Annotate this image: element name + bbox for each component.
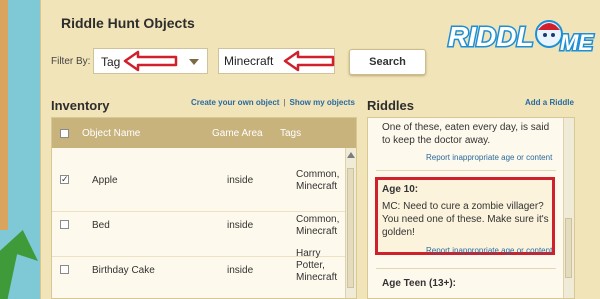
riddle-divider xyxy=(376,268,556,269)
tag-line: Common, xyxy=(296,214,340,225)
riddle-me-logo: RIDDL ME xyxy=(447,20,596,57)
filter-label: Filter By: xyxy=(51,56,91,67)
report-link[interactable]: Report inappropriate age or content xyxy=(426,246,552,255)
riddles-scrollbar[interactable] xyxy=(563,118,574,298)
tag-line: Common, xyxy=(296,169,340,180)
game-area: inside xyxy=(227,175,254,186)
background-strip xyxy=(0,0,8,230)
inventory-links: Create your own object | Show my objects xyxy=(191,98,355,107)
scroll-up-icon[interactable] xyxy=(347,152,355,158)
show-my-objects-link[interactable]: Show my objects xyxy=(290,98,355,107)
table-row[interactable]: Birthday Cake inside Harry Potter, Minec… xyxy=(52,248,348,298)
column-header-tags[interactable]: Tags xyxy=(280,128,301,139)
select-all-checkbox[interactable] xyxy=(60,129,69,138)
object-name: Bed xyxy=(92,220,110,231)
object-name: Birthday Cake xyxy=(92,265,155,276)
game-area: inside xyxy=(227,220,254,231)
column-header-object-name[interactable]: Object Name xyxy=(82,128,140,139)
tag-line: Harry xyxy=(296,248,321,259)
riddle-text: One of these, eaten every day, is said t… xyxy=(382,122,550,146)
palm-tree-decoration xyxy=(0,230,38,299)
filter-select-value: Tag xyxy=(101,55,121,69)
riddles-heading: Riddles xyxy=(367,98,414,113)
chevron-down-icon[interactable] xyxy=(189,59,199,65)
riddles-list: One of these, eaten every day, is said t… xyxy=(367,117,575,299)
inventory-table-header: Object Name Game Area Tags xyxy=(52,118,356,148)
svg-text:RIDDL: RIDDL xyxy=(448,21,534,52)
inventory-scrollbar[interactable] xyxy=(345,148,356,298)
tag-line: Minecraft xyxy=(296,181,338,192)
tags-cell: Harry Potter, Minecraft xyxy=(296,248,337,284)
inventory-table: Object Name Game Area Tags ✓ Apple insid… xyxy=(51,117,357,299)
tag-line: Minecraft xyxy=(296,226,338,237)
link-separator: | xyxy=(283,98,286,107)
riddle-hunt-panel: Riddle Hunt Objects RIDDL ME Filter By: … xyxy=(40,0,600,299)
riddle-text: MC: Need to cure a zombie villager? You … xyxy=(382,201,549,238)
column-header-game-area[interactable]: Game Area xyxy=(212,128,263,139)
report-link[interactable]: Report inappropriate age or content xyxy=(426,153,552,162)
page-background-left xyxy=(0,0,40,299)
riddle-divider xyxy=(376,170,556,171)
scrollbar-thumb[interactable] xyxy=(347,168,354,288)
page-title: Riddle Hunt Objects xyxy=(61,15,195,31)
table-row[interactable]: ✓ Apple inside Common, Minecraft xyxy=(52,166,348,212)
tags-cell: Common, Minecraft xyxy=(296,214,339,238)
tag-line: Potter, xyxy=(296,260,325,271)
tag-line: Minecraft xyxy=(296,272,338,283)
object-name: Apple xyxy=(92,175,118,186)
create-object-link[interactable]: Create your own object xyxy=(191,98,279,107)
red-arrow-annotation-right xyxy=(283,50,335,72)
tags-cell: Common, Minecraft xyxy=(296,169,339,193)
add-riddle-link[interactable]: Add a Riddle xyxy=(525,98,574,107)
row-checkbox[interactable] xyxy=(60,265,69,274)
scrollbar-thumb[interactable] xyxy=(565,218,572,278)
row-checkbox[interactable]: ✓ xyxy=(60,175,69,184)
search-button[interactable]: Search xyxy=(349,49,426,75)
riddle-age-label: Age 10: xyxy=(382,184,419,195)
game-area: inside xyxy=(227,265,254,276)
red-arrow-annotation-left xyxy=(123,50,178,72)
row-checkbox[interactable] xyxy=(60,220,69,229)
riddle-age-label: Age Teen (13+): xyxy=(382,278,456,289)
inventory-heading: Inventory xyxy=(51,98,110,113)
svg-text:ME: ME xyxy=(560,30,594,55)
